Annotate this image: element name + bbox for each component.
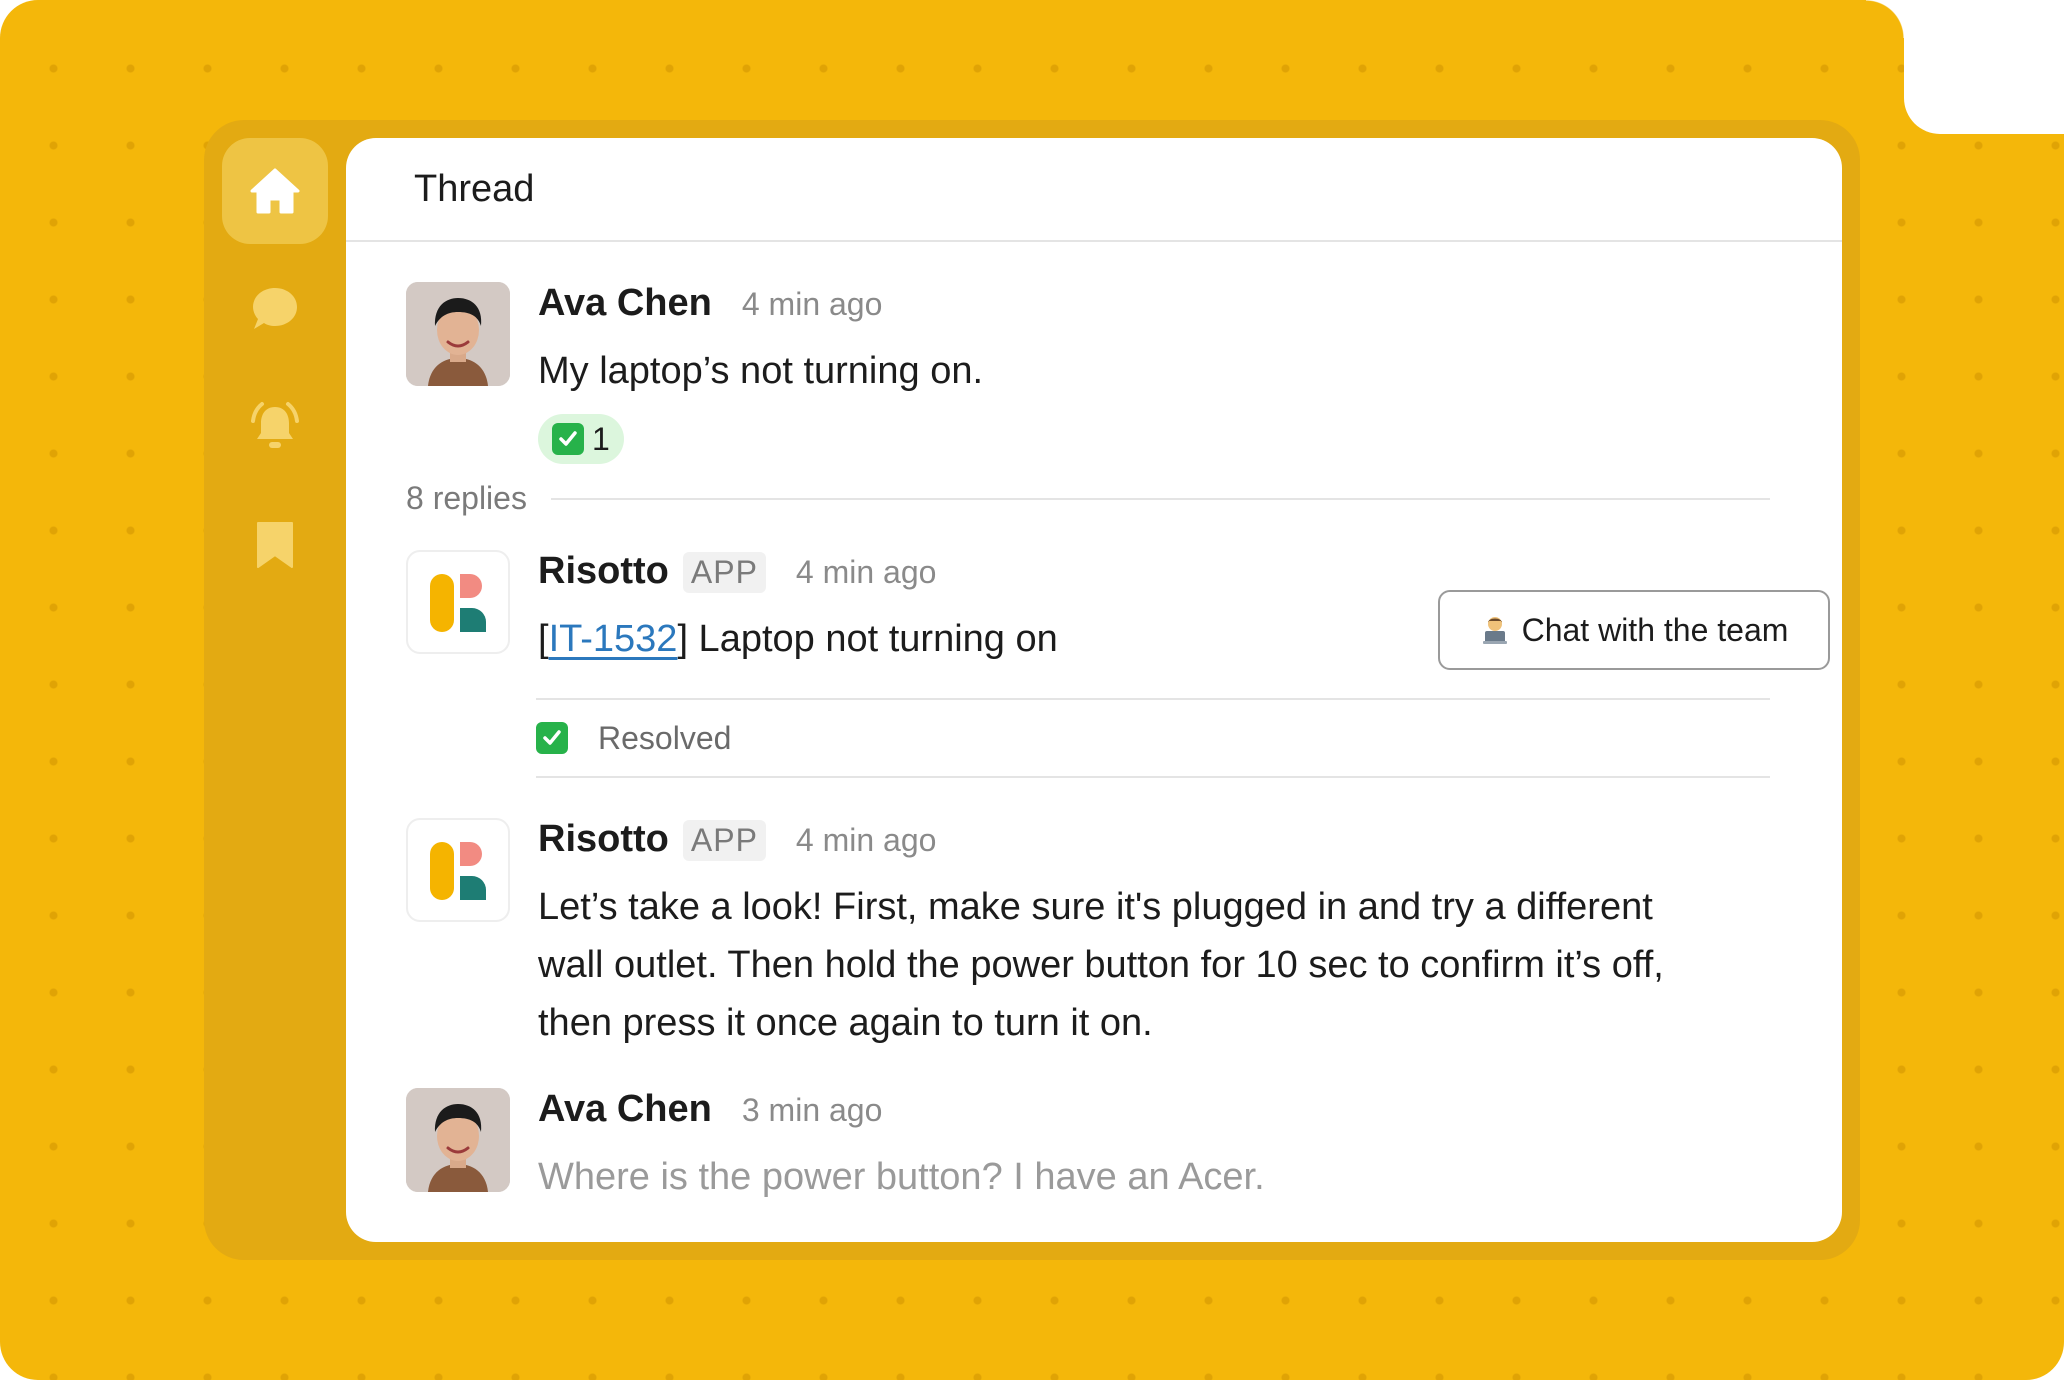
message-text: Where is the power button? I have an Ace…	[538, 1156, 1265, 1198]
avatar[interactable]	[406, 1088, 510, 1192]
chat-bubble-icon	[253, 288, 297, 329]
chat-with-team-button[interactable]: Chat with the team	[1438, 590, 1830, 670]
ticket-link[interactable]: IT-1532	[549, 618, 678, 660]
app-badge: APP	[682, 820, 766, 861]
timestamp: 4 min ago	[795, 822, 937, 858]
sidebar-item-messages[interactable]	[222, 256, 328, 362]
bookmark-icon	[257, 522, 293, 568]
message-line: wall outlet. Then hold the power button …	[538, 944, 1664, 986]
thread-header: Thread	[346, 138, 1842, 242]
home-icon	[250, 168, 300, 214]
reply-followup: Ava Chen 3 min ago Where is the power bu…	[406, 1088, 1782, 1208]
message-text: My laptop’s not turning on.	[538, 350, 984, 392]
ticket-title: Laptop not turning on	[688, 618, 1058, 660]
check-mark-button-icon	[536, 722, 568, 754]
sidebar-item-alerts[interactable]	[222, 374, 328, 480]
timestamp: 4 min ago	[741, 286, 883, 322]
ticket-status-bar: Resolved	[536, 698, 1770, 778]
author-name[interactable]: Ava Chen	[538, 282, 712, 325]
replies-divider: 8 replies	[406, 480, 1770, 517]
thread-panel: Thread Ava Chen 4 min ago My laptop’s no…	[346, 138, 1842, 1242]
risotto-logo-icon	[430, 842, 486, 900]
replies-count: 8 replies	[406, 480, 527, 516]
author-name[interactable]: Risotto	[538, 818, 669, 861]
sidebar-item-saved[interactable]	[222, 492, 328, 598]
user-portrait-icon	[406, 282, 510, 386]
risotto-app-avatar[interactable]	[406, 550, 510, 654]
backdrop-notch-corner	[1866, 0, 1904, 38]
backdrop-notch	[1904, 0, 2064, 134]
message-text: Let’s take a look! First, make sure it's…	[538, 878, 1782, 1052]
timestamp: 3 min ago	[741, 1092, 883, 1128]
check-mark-button-icon	[552, 423, 584, 455]
timestamp: 4 min ago	[795, 554, 937, 590]
app-badge: APP	[682, 552, 766, 593]
divider-line	[550, 497, 1770, 500]
alarm-bell-icon	[251, 402, 299, 448]
page-title: Thread	[414, 167, 535, 210]
chat-with-team-label: Chat with the team	[1521, 611, 1789, 648]
status-badge: Resolved	[598, 719, 732, 756]
parent-message: Ava Chen 4 min ago My laptop’s not turni…	[406, 282, 1782, 464]
avatar[interactable]	[406, 282, 510, 386]
ticket-bracket-open: [	[538, 618, 549, 660]
message-line: then press it once again to turn it on.	[538, 1002, 1153, 1044]
reaction-count: 1	[592, 420, 610, 457]
risotto-logo-icon	[430, 574, 486, 632]
reaction-chip[interactable]: 1	[538, 414, 624, 464]
sidebar-item-home[interactable]	[222, 138, 328, 244]
technologist-icon	[1482, 617, 1507, 644]
message-line: Let’s take a look! First, make sure it's…	[538, 886, 1653, 928]
risotto-app-avatar[interactable]	[406, 818, 510, 922]
user-portrait-icon	[406, 1088, 510, 1192]
reply-advice: Risotto APP 4 min ago Let’s take a look!…	[406, 818, 1782, 1058]
ticket-bracket-close: ]	[677, 618, 688, 660]
author-name[interactable]: Ava Chen	[538, 1088, 712, 1131]
author-name[interactable]: Risotto	[538, 550, 669, 593]
